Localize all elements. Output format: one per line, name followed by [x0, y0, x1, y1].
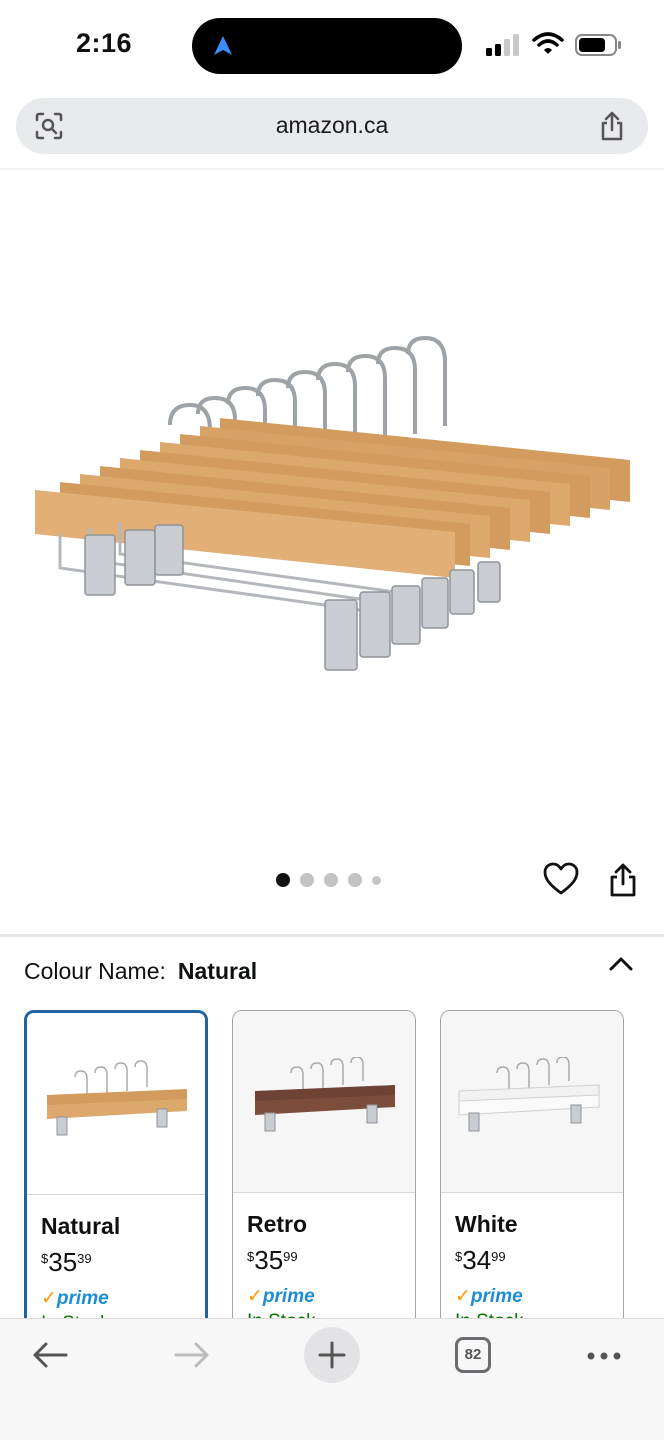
- heart-icon[interactable]: [543, 862, 579, 896]
- swatch-price: $3599: [247, 1245, 298, 1275]
- swatch-name: Retro: [247, 1211, 308, 1237]
- gallery-dots[interactable]: [276, 873, 381, 887]
- tabs-icon[interactable]: 82: [455, 1337, 491, 1373]
- forward-icon[interactable]: [172, 1339, 212, 1371]
- battery-icon: [575, 34, 621, 56]
- new-tab-button[interactable]: [304, 1327, 360, 1383]
- swatch-name: White: [455, 1211, 518, 1237]
- wifi-icon: [532, 32, 564, 54]
- gallery-dot[interactable]: [348, 873, 362, 887]
- swatch-name: Natural: [41, 1213, 121, 1239]
- gallery-dot[interactable]: [324, 873, 338, 887]
- plus-icon: [318, 1341, 346, 1369]
- swatch-price: $3499: [455, 1245, 506, 1275]
- address-bar[interactable]: amazon.ca: [16, 98, 648, 154]
- product-image[interactable]: [20, 310, 644, 690]
- location-arrow-icon: [214, 36, 232, 55]
- colour-swatch-retro[interactable]: Retro $3599 ✓prime In Stock: [232, 1010, 416, 1340]
- signal-icon: [486, 34, 519, 56]
- gallery-dot[interactable]: [372, 875, 381, 885]
- swatch-image: [233, 1011, 415, 1193]
- more-icon[interactable]: [586, 1351, 622, 1361]
- chevron-up-icon[interactable]: [606, 952, 636, 976]
- url-text[interactable]: amazon.ca: [16, 112, 648, 139]
- share-icon[interactable]: [607, 862, 639, 898]
- gallery-dot[interactable]: [276, 873, 290, 887]
- status-bar: 2:16: [0, 0, 664, 90]
- colour-swatch-white[interactable]: White $3499 ✓prime In Stock: [440, 1010, 624, 1340]
- divider: [0, 934, 664, 937]
- swatch-image: [27, 1013, 205, 1195]
- status-time: 2:16: [76, 28, 133, 58]
- colour-name-row: Colour Name: Natural: [24, 958, 257, 985]
- swatch-image: [441, 1011, 623, 1193]
- gallery-dot[interactable]: [300, 873, 314, 887]
- back-icon[interactable]: [30, 1339, 70, 1371]
- browser-toolbar: 82: [0, 1318, 664, 1440]
- swatch-price: $3539: [41, 1247, 92, 1277]
- prime-badge: ✓prime: [41, 1288, 109, 1309]
- share-icon[interactable]: [598, 110, 626, 142]
- colour-value: Natural: [177, 958, 258, 984]
- divider: [0, 168, 664, 170]
- colour-label: Colour Name:: [24, 958, 166, 984]
- prime-badge: ✓prime: [247, 1286, 315, 1307]
- dynamic-island: [192, 18, 462, 74]
- prime-badge: ✓prime: [455, 1286, 523, 1307]
- colour-swatch-natural[interactable]: Natural $3539 ✓prime In Stock: [24, 1010, 208, 1340]
